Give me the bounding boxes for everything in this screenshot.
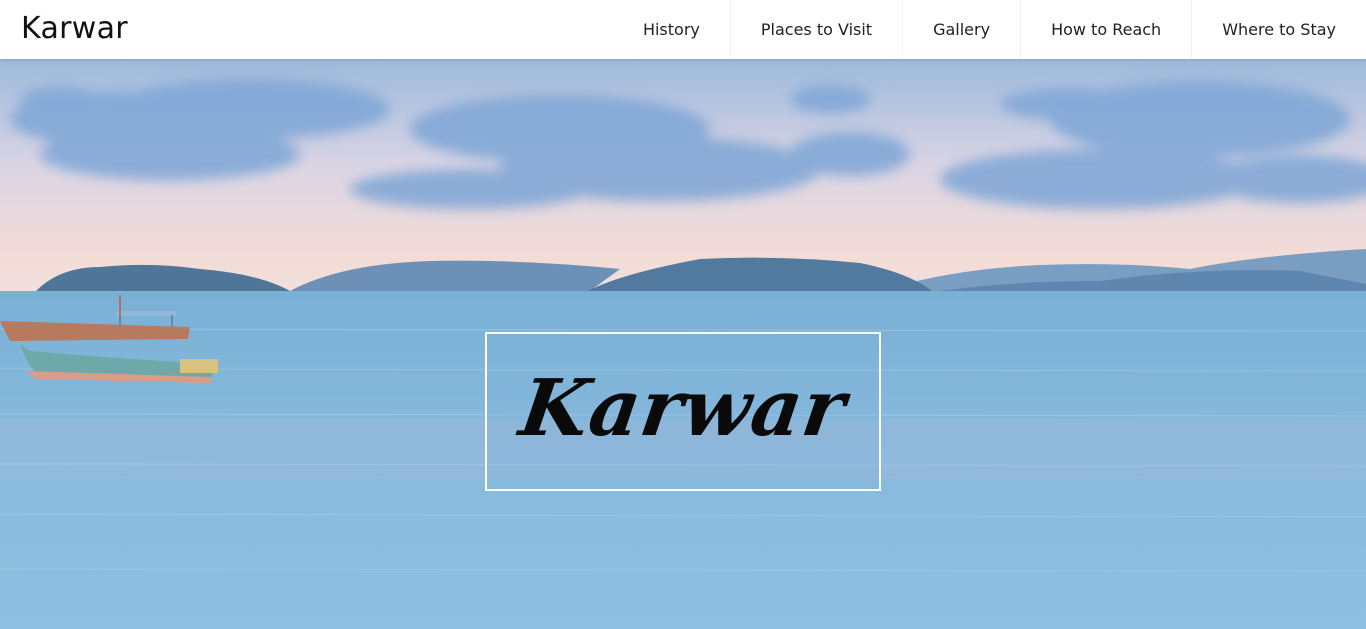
hero-title-box: Karwar — [485, 332, 881, 491]
nav-item-gallery: Gallery — [902, 0, 1020, 59]
nav-item-where-to-stay: Where to Stay — [1191, 0, 1366, 59]
nav-link-gallery[interactable]: Gallery — [903, 0, 1020, 59]
hero-banner: Karwar — [0, 59, 1366, 629]
nav-item-how-to-reach: How to Reach — [1020, 0, 1191, 59]
nav-item-places: Places to Visit — [729, 0, 902, 59]
nav-link-history[interactable]: History — [613, 0, 730, 59]
nav-link-places-to-visit[interactable]: Places to Visit — [731, 0, 902, 59]
nav-link-where-to-stay[interactable]: Where to Stay — [1192, 0, 1366, 59]
nav-item-history: History — [613, 0, 730, 59]
nav-menu: History Places to Visit Gallery How to R… — [613, 0, 1366, 59]
navbar: Karwar History Places to Visit Gallery H… — [0, 0, 1366, 59]
nav-link-how-to-reach[interactable]: How to Reach — [1021, 0, 1191, 59]
brand-logo-link[interactable]: Karwar — [21, 11, 128, 46]
hero-title: Karwar — [514, 363, 852, 454]
